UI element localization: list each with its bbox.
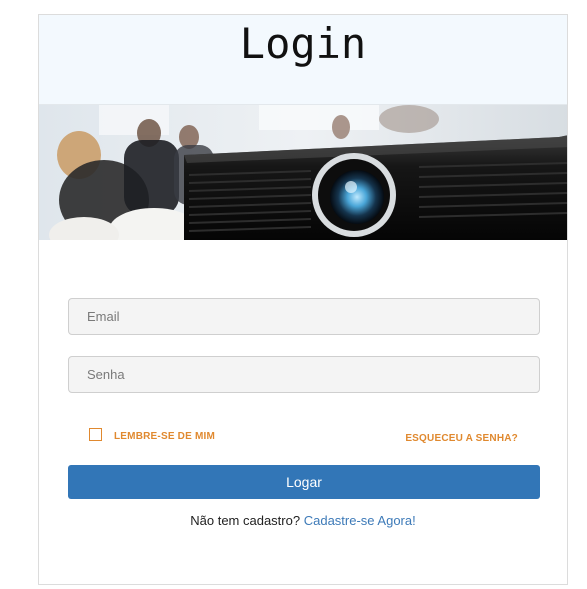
login-card: Login Email LEMBRE-SE DE MIM ESQUECEU A …	[38, 14, 568, 585]
email-field[interactable]	[68, 298, 540, 335]
remember-label: LEMBRE-SE DE MIM	[114, 431, 215, 442]
signup-row: Não tem cadastro? Cadastre-se Agora!	[39, 513, 567, 528]
page-title: Login	[239, 19, 367, 68]
signup-prompt: Não tem cadastro?	[190, 513, 301, 528]
remember-me[interactable]: LEMBRE-SE DE MIM	[89, 426, 215, 442]
login-form: LEMBRE-SE DE MIM ESQUECEU A SENHA? Logar…	[39, 240, 567, 586]
projector-illustration	[39, 105, 567, 240]
login-header: Login	[39, 15, 567, 105]
login-button[interactable]: Logar	[68, 465, 540, 499]
forgot-password-link[interactable]: ESQUECEU A SENHA?	[405, 433, 518, 444]
projector-hero-image	[39, 105, 567, 240]
password-field[interactable]	[68, 356, 540, 393]
remember-checkbox[interactable]	[89, 427, 102, 441]
signup-link[interactable]: Cadastre-se Agora!	[304, 513, 416, 528]
